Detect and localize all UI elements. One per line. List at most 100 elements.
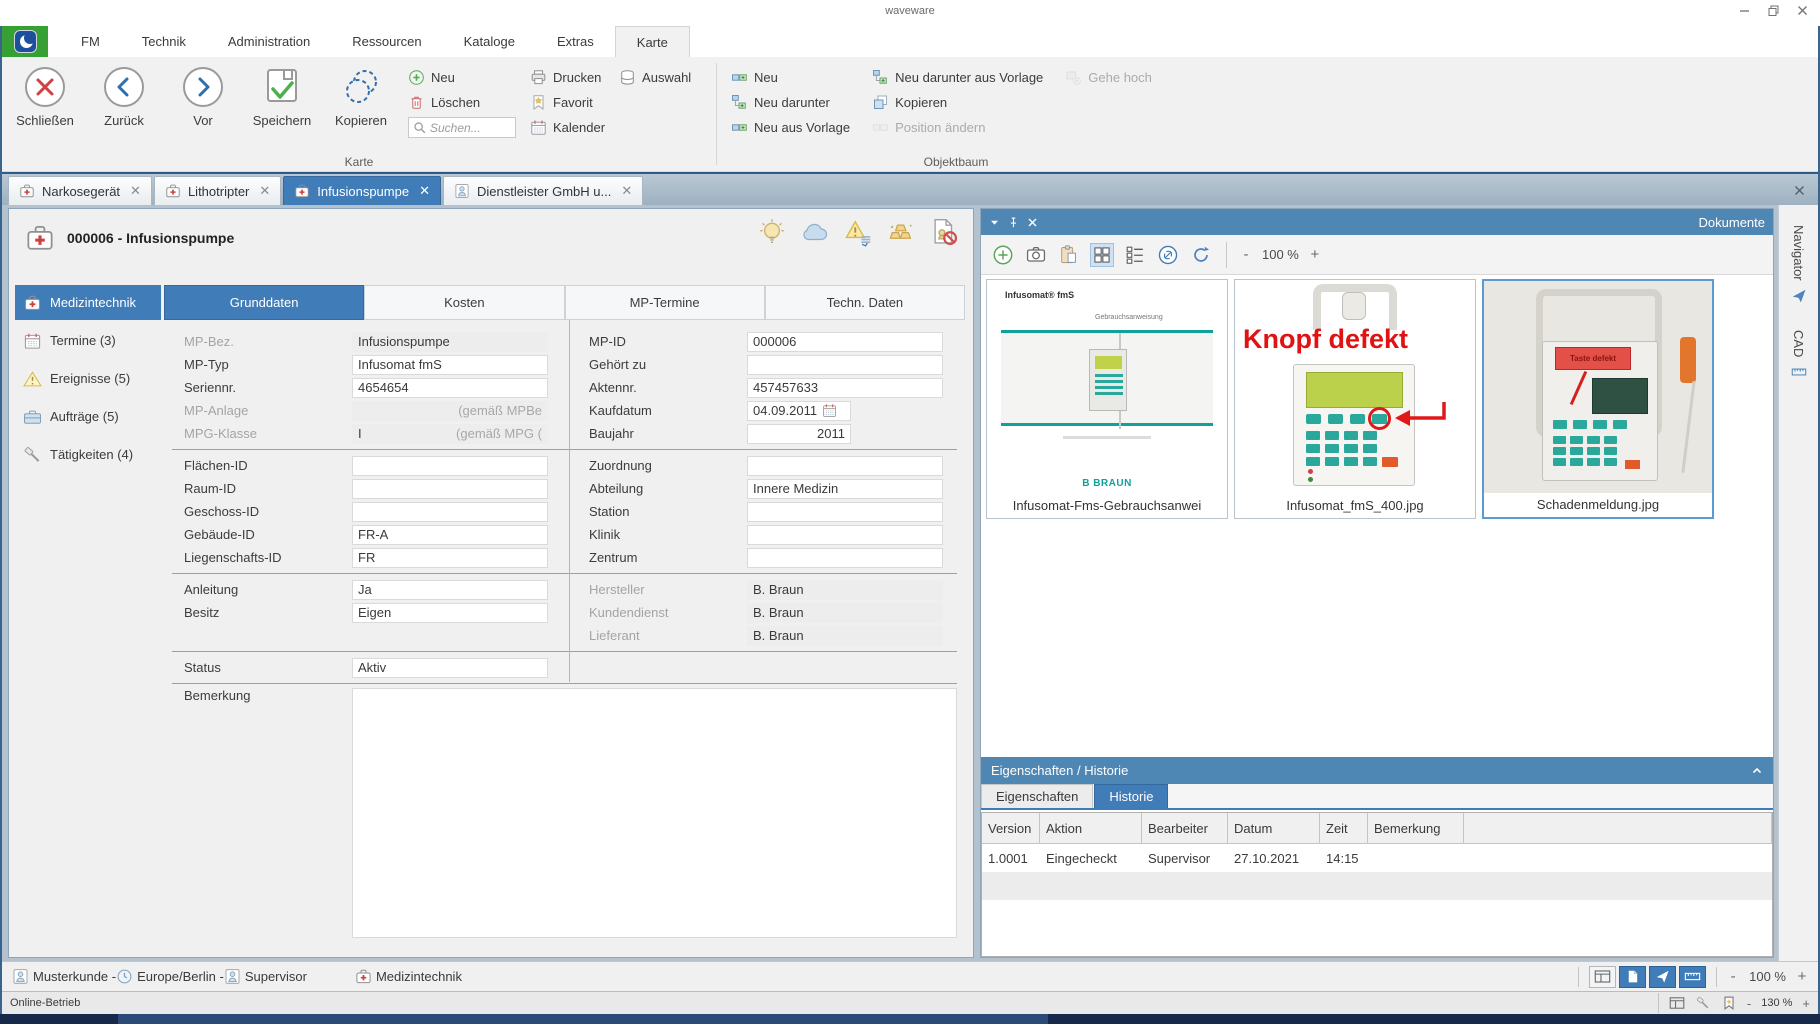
tab-narkoseger-t[interactable]: Narkosegerät✕	[8, 176, 152, 205]
ribbon-zur-ck[interactable]: Zurück	[91, 61, 157, 128]
close-tab-icon[interactable]: ✕	[621, 183, 632, 199]
sidebar-item-medizintechnik[interactable]: Medizintechnik	[15, 285, 161, 320]
field-fl-chen-id[interactable]	[352, 456, 548, 476]
field-abteilung[interactable]: Innere Medizin	[747, 479, 943, 499]
menu-fm[interactable]: FM	[60, 26, 121, 57]
document-card-damage-report[interactable]: Taste defekt Schadenmeldung.jpg	[1482, 279, 1714, 519]
field-mp-bez[interactable]: Infusionspumpe	[352, 332, 548, 352]
ribbon-kalender[interactable]: Kalender	[530, 117, 605, 137]
tab-techn-daten[interactable]: Techn. Daten	[765, 285, 965, 320]
field-geb-ude-id[interactable]: FR-A	[352, 525, 548, 545]
tab-grunddaten[interactable]: Grunddaten	[164, 285, 364, 320]
close-tab-icon[interactable]: ✕	[259, 183, 270, 199]
ribbon-vor[interactable]: Vor	[170, 61, 236, 128]
navigator-toggle[interactable]	[1649, 966, 1676, 988]
column-bemerkung[interactable]: Bemerkung	[1368, 813, 1464, 844]
menu-ressourcen[interactable]: Ressourcen	[331, 26, 442, 57]
field-geh-rt-zu[interactable]	[747, 355, 943, 375]
column-aktion[interactable]: Aktion	[1040, 813, 1142, 844]
documents-zoom-in-button[interactable]: +	[1309, 246, 1321, 263]
field-zuordnung[interactable]	[747, 456, 943, 476]
field-mpg-klasse[interactable]: I(gemäß MPG (	[352, 424, 548, 444]
hammer-icon[interactable]	[1695, 996, 1711, 1010]
ribbon-neu-aus-vorlage[interactable]: Neu aus Vorlage	[731, 117, 850, 137]
field-raum-id[interactable]	[352, 479, 548, 499]
ribbon-drucken[interactable]: Drucken	[530, 67, 605, 87]
field-seriennr[interactable]: 4654654	[352, 378, 548, 398]
side-tab-navigator[interactable]: Navigator	[1791, 225, 1807, 304]
column-datum[interactable]: Datum	[1228, 813, 1320, 844]
app-zoom-in-button[interactable]: +	[1802, 996, 1810, 1011]
tab-dienstleister-gmbh-u[interactable]: Dienstleister GmbH u...✕	[443, 176, 643, 205]
field-klinik[interactable]	[747, 525, 943, 545]
field-lieferant[interactable]: B. Braun	[747, 626, 943, 646]
field-aktennr[interactable]: 457457633	[747, 378, 943, 398]
search-input[interactable]	[430, 121, 510, 135]
menu-administration[interactable]: Administration	[207, 26, 331, 57]
app-logo-icon[interactable]	[2, 26, 48, 57]
tab-kosten[interactable]: Kosten	[364, 285, 564, 320]
close-tab-icon[interactable]: ✕	[130, 183, 141, 199]
tab-mp-termine[interactable]: MP-Termine	[565, 285, 765, 320]
menu-extras[interactable]: Extras	[536, 26, 615, 57]
pin-icon[interactable]	[1008, 217, 1019, 228]
ribbon-favorit[interactable]: Favorit	[530, 92, 605, 112]
sidebar-item-t-tigkeiten-4[interactable]: Tätigkeiten (4)	[15, 437, 161, 472]
field-baujahr[interactable]: 2011	[747, 424, 851, 444]
side-tab-cad[interactable]: CAD	[1791, 330, 1807, 380]
calendar-icon[interactable]	[822, 403, 837, 418]
table-row[interactable]: 1.0001EingechecktSupervisor27.10.202114:…	[982, 844, 1772, 872]
taskbar-window-segment[interactable]	[118, 1014, 1048, 1024]
add-document-icon[interactable]	[991, 243, 1015, 267]
tabstrip-close-icon[interactable]	[1793, 184, 1806, 197]
sidebar-item-ereignisse-5[interactable]: Ereignisse (5)	[15, 361, 161, 396]
sidebar-item-termine-3[interactable]: Termine (3)	[15, 323, 161, 358]
document-view-toggle[interactable]	[1619, 966, 1646, 988]
gold-icon[interactable]	[886, 217, 916, 247]
tab-lithotripter[interactable]: Lithotripter✕	[154, 176, 281, 205]
column-bearbeiter[interactable]: Bearbeiter	[1142, 813, 1228, 844]
field-mp-anlage[interactable]: (gemäß MPBe	[352, 401, 548, 421]
minimize-icon[interactable]	[1737, 3, 1752, 18]
close-tab-icon[interactable]: ✕	[419, 183, 430, 199]
paste-icon[interactable]	[1057, 243, 1081, 267]
tab-historie[interactable]: Historie	[1094, 784, 1168, 808]
documents-zoom-out-button[interactable]: -	[1240, 246, 1252, 263]
column-version[interactable]: Version	[982, 813, 1040, 844]
field-liegenschafts-id[interactable]: FR	[352, 548, 548, 568]
field-kaufdatum[interactable]: 04.09.2011	[747, 401, 851, 421]
menu-technik[interactable]: Technik	[121, 26, 207, 57]
bookmark-icon[interactable]	[1721, 996, 1737, 1010]
ribbon-neu[interactable]: Neu	[408, 67, 516, 87]
doc-blocked-icon[interactable]	[929, 217, 959, 247]
tab-infusionspumpe[interactable]: Infusionspumpe✕	[283, 176, 441, 205]
field-geschoss-id[interactable]	[352, 502, 548, 522]
ribbon-schlie-en[interactable]: Schließen	[12, 61, 78, 128]
menu-kataloge[interactable]: Kataloge	[443, 26, 536, 57]
close-panel-icon[interactable]	[1027, 217, 1038, 228]
field-kundendienst[interactable]: B. Braun	[747, 603, 943, 623]
column-zeit[interactable]: Zeit	[1320, 813, 1368, 844]
tab-eigenschaften[interactable]: Eigenschaften	[981, 784, 1093, 808]
statusbar-zoom-in-button[interactable]: +	[1796, 968, 1808, 985]
camera-icon[interactable]	[1024, 243, 1048, 267]
ruler-toggle[interactable]	[1679, 966, 1706, 988]
field-hersteller[interactable]: B. Braun	[747, 580, 943, 600]
field-mp-id[interactable]: 000006	[747, 332, 943, 352]
list-view-icon[interactable]	[1123, 243, 1147, 267]
grid-view-icon[interactable]	[1090, 243, 1114, 267]
refresh-icon[interactable]	[1189, 243, 1213, 267]
field-mp-typ[interactable]: Infusomat fmS	[352, 355, 548, 375]
bemerkung-field[interactable]	[352, 688, 957, 938]
collapse-icon[interactable]	[1751, 765, 1763, 777]
link-icon[interactable]	[1156, 243, 1180, 267]
document-card-photo[interactable]: Knopf defekt Infusomat_fmS_400.jpg	[1234, 279, 1476, 519]
layout-toggle[interactable]	[1589, 966, 1616, 988]
ribbon-auswahl[interactable]: Auswahl	[619, 67, 691, 87]
ribbon-neu-darunter[interactable]: Neu darunter	[731, 92, 850, 112]
warn-list-icon[interactable]	[843, 217, 873, 247]
ribbon-kopieren[interactable]: Kopieren	[872, 92, 1043, 112]
ribbon-speichern[interactable]: Speichern	[249, 61, 315, 128]
restore-icon[interactable]	[1766, 3, 1781, 18]
bulb-icon[interactable]	[757, 217, 787, 247]
